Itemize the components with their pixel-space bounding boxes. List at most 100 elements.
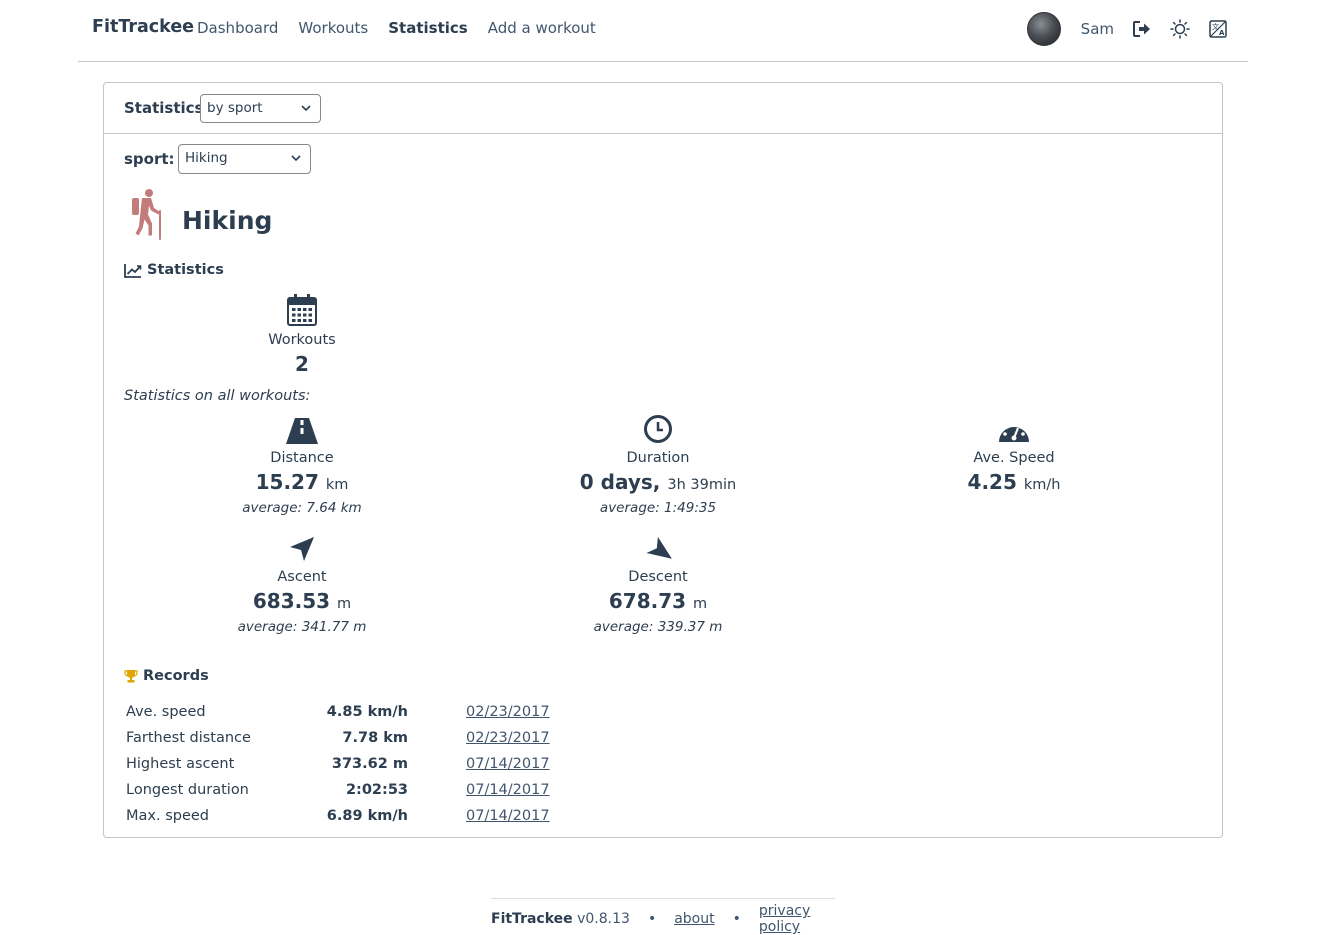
about-link[interactable]: about xyxy=(674,911,714,927)
sport-select[interactable]: Hiking xyxy=(178,144,311,174)
workouts-stat: Workouts 2 xyxy=(242,294,362,376)
chevron-down-icon xyxy=(291,155,301,162)
location-arrow-down-icon xyxy=(646,536,672,559)
record-row: Highest ascent 373.62 m 07/14/2017 xyxy=(126,751,550,777)
language-icon[interactable]: 文 A xyxy=(1208,19,1228,39)
gauge-icon xyxy=(999,421,1029,442)
duration-stat: Duration 0 days, 3h 39min average: 1:49:… xyxy=(548,412,768,516)
distance-label: Distance xyxy=(270,450,334,466)
nav-add-workout[interactable]: Add a workout xyxy=(488,19,596,37)
ave-speed-label: Ave. Speed xyxy=(973,450,1055,466)
road-icon xyxy=(286,418,318,444)
chart-line-icon xyxy=(124,263,142,278)
record-value: 7.78 km xyxy=(342,730,408,746)
sport-heading: Hiking xyxy=(130,188,272,244)
footer-separator: • xyxy=(732,911,741,927)
stats-type-value: by sport xyxy=(207,100,263,116)
ave-speed-stat: Ave. Speed 4.25 km/h xyxy=(924,412,1104,494)
record-value: 2:02:53 xyxy=(345,782,408,798)
logout-icon[interactable] xyxy=(1132,19,1152,39)
clock-icon xyxy=(644,415,672,443)
descent-unit: m xyxy=(693,596,708,612)
ave-speed-value: 4.25 km/h xyxy=(924,470,1104,494)
duration-days: 0 days, xyxy=(579,470,661,494)
record-date-cell: 07/14/2017 xyxy=(408,751,550,777)
record-row: Ave. speed 4.85 km/h 02/23/2017 xyxy=(126,699,550,725)
duration-label: Duration xyxy=(626,450,690,466)
record-value: 6.89 km/h xyxy=(326,808,408,824)
ascent-unit: m xyxy=(337,596,352,612)
svg-text:文: 文 xyxy=(1212,22,1219,31)
statistics-card: Statistics by sport sport: Hiking Hiking xyxy=(103,82,1223,838)
nav-workouts[interactable]: Workouts xyxy=(298,19,368,37)
location-arrow-icon xyxy=(290,537,314,561)
brand-logo[interactable]: FitTrackee xyxy=(92,17,194,37)
record-row: Max. speed 6.89 km/h 07/14/2017 xyxy=(126,803,550,829)
navbar: FitTrackee Dashboard Workouts Statistics… xyxy=(78,0,1248,62)
record-value: 4.85 km/h xyxy=(326,704,408,720)
distance-average: average: 7.64 km xyxy=(242,500,362,516)
record-date-link[interactable]: 07/14/2017 xyxy=(466,808,550,824)
sport-select-value: Hiking xyxy=(185,150,228,166)
ascent-average: average: 341.77 m xyxy=(237,619,367,635)
avatar[interactable] xyxy=(1026,12,1061,46)
statistics-section-title: Statistics xyxy=(124,262,224,278)
footer: FitTrackee v0.8.13 • about • privacy pol… xyxy=(491,898,835,935)
ascent-stat: Ascent 683.53 m average: 341.77 m xyxy=(212,531,392,635)
descent-label: Descent xyxy=(628,569,688,585)
stats-type-select[interactable]: by sport xyxy=(200,94,321,123)
duration-rest: 3h 39min xyxy=(667,477,737,493)
hiking-icon xyxy=(130,188,166,244)
records-section-title: Records xyxy=(124,668,209,684)
record-row: Longest duration 2:02:53 07/14/2017 xyxy=(126,777,550,803)
calendar-icon xyxy=(287,294,317,326)
sport-label: sport: xyxy=(124,150,175,168)
nav-dashboard[interactable]: Dashboard xyxy=(197,19,278,37)
username[interactable]: Sam xyxy=(1081,20,1114,38)
sport-name: Hiking xyxy=(182,205,273,235)
footer-app-name: FitTrackee xyxy=(491,911,573,927)
record-value: 373.62 m xyxy=(331,756,408,772)
privacy-policy-link[interactable]: privacy policy xyxy=(759,903,835,935)
record-label: Ave. speed xyxy=(126,704,206,720)
descent-stat: Descent 678.73 m average: 339.37 m xyxy=(568,531,748,635)
records-section-label: Records xyxy=(143,668,209,684)
ascent-value: 683.53 m xyxy=(212,589,392,613)
record-label: Max. speed xyxy=(126,808,209,824)
statistics-section-label: Statistics xyxy=(147,262,224,278)
ascent-number: 683.53 xyxy=(252,589,331,613)
nav-user-area: Sam 文 A xyxy=(1026,12,1228,46)
footer-version: v0.8.13 xyxy=(577,911,630,927)
record-label: Highest ascent xyxy=(126,756,235,772)
records-table: Ave. speed 4.85 km/h 02/23/2017 Farthest di… xyxy=(126,699,550,829)
nav-statistics[interactable]: Statistics xyxy=(388,19,467,37)
chevron-down-icon xyxy=(301,105,311,112)
record-date-cell: 07/14/2017 xyxy=(408,803,550,829)
nav-links: Dashboard Workouts Statistics Add a work… xyxy=(197,19,596,37)
distance-number: 15.27 xyxy=(255,470,319,494)
sun-icon[interactable] xyxy=(1170,19,1190,39)
ascent-label: Ascent xyxy=(277,569,327,585)
all-workouts-label: Statistics on all workouts: xyxy=(124,388,311,404)
duration-average: average: 1:49:35 xyxy=(599,500,717,516)
distance-stat: Distance 15.27 km average: 7.64 km xyxy=(212,412,392,516)
record-date-cell: 02/23/2017 xyxy=(408,699,550,725)
record-row: Farthest distance 7.78 km 02/23/2017 xyxy=(126,725,550,751)
workouts-value: 2 xyxy=(295,352,309,376)
footer-separator: • xyxy=(647,911,657,927)
ave-speed-unit: km/h xyxy=(1023,477,1061,493)
record-date-link[interactable]: 02/23/2017 xyxy=(466,730,550,746)
record-date-cell: 07/14/2017 xyxy=(408,777,550,803)
card-title: Statistics xyxy=(124,99,204,117)
record-date-link[interactable]: 02/23/2017 xyxy=(466,704,550,720)
ave-speed-number: 4.25 xyxy=(967,470,1017,494)
distance-unit: km xyxy=(325,477,349,493)
record-date-link[interactable]: 07/14/2017 xyxy=(466,782,550,798)
card-header: Statistics by sport xyxy=(104,83,1222,134)
svg-text:A: A xyxy=(1219,29,1225,37)
distance-value: 15.27 km xyxy=(212,470,392,494)
workouts-label: Workouts xyxy=(268,332,336,348)
record-label: Farthest distance xyxy=(126,730,251,746)
record-date-link[interactable]: 07/14/2017 xyxy=(466,756,550,772)
trophy-icon xyxy=(124,670,138,683)
